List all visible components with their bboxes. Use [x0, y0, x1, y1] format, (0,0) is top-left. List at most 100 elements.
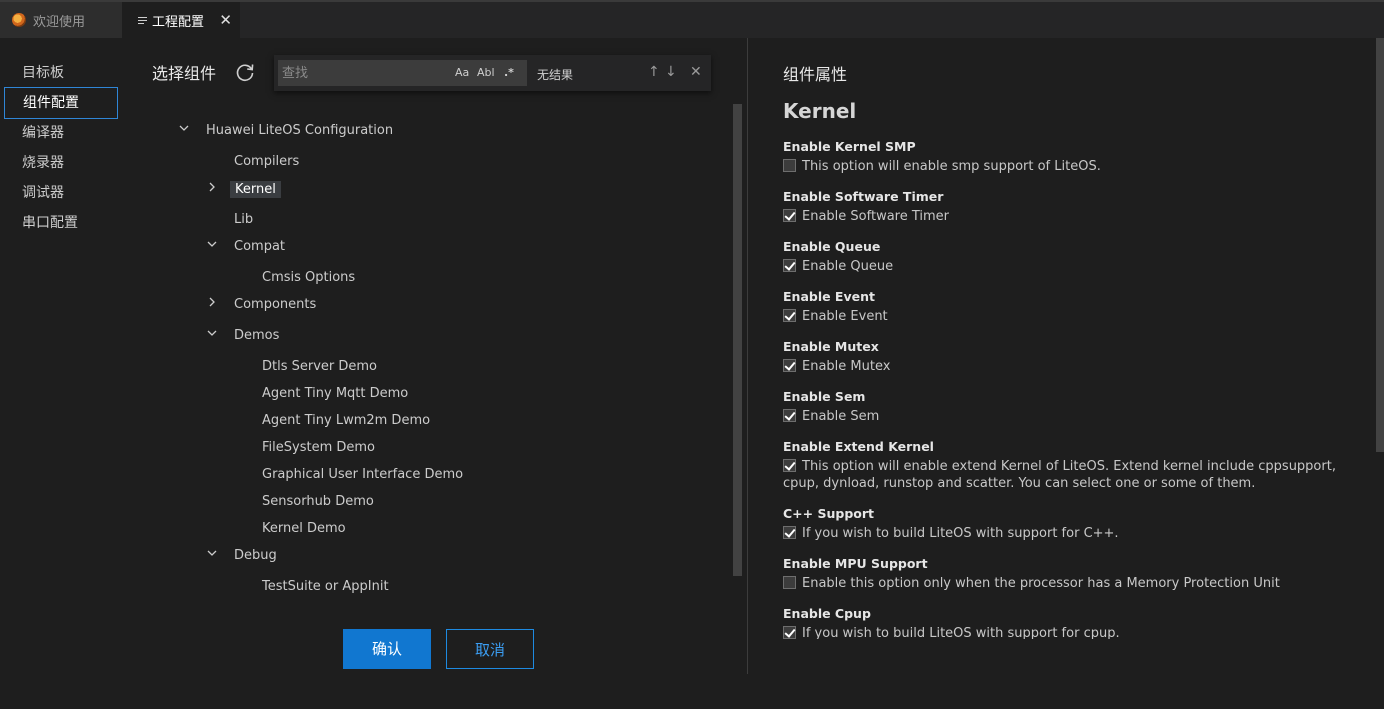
tree-item-demo[interactable]: Agent Tiny Lwm2m Demo — [262, 413, 430, 428]
property-description: Enable Mutex — [802, 359, 891, 374]
property-item: Enable Cpup If you wish to build LiteOS w… — [783, 606, 1358, 639]
property-item: Enable Sem Enable Sem — [783, 389, 1358, 425]
refresh-icon[interactable] — [234, 61, 256, 83]
property-checkbox[interactable] — [783, 459, 796, 472]
property-option[interactable]: If you wish to build LiteOS with support… — [783, 525, 1358, 542]
chevron-right-icon[interactable] — [205, 180, 219, 194]
tree-item-root[interactable]: Huawei LiteOS Configuration — [206, 123, 393, 138]
chevron-down-icon[interactable] — [205, 237, 219, 251]
liteos-logo-icon — [12, 13, 26, 27]
panel-divider[interactable] — [747, 38, 748, 674]
property-option[interactable]: Enable this option only when the process… — [783, 575, 1358, 592]
tree-item-components[interactable]: Components — [234, 297, 316, 312]
property-item: Enable Kernel SMP This option will enable… — [783, 139, 1358, 175]
property-checkbox[interactable] — [783, 159, 796, 172]
regex-toggle[interactable]: .* — [504, 66, 514, 79]
property-label: Enable MPU Support — [783, 556, 928, 571]
nav-item-debugger[interactable]: 调试器 — [4, 178, 118, 208]
property-description: Enable Software Timer — [802, 209, 950, 224]
tree-item-demo[interactable]: Dtls Server Demo — [262, 359, 377, 374]
tab-welcome-label: 欢迎使用 — [33, 14, 86, 30]
tree-scrollbar[interactable] — [733, 104, 742, 576]
chevron-right-icon[interactable] — [205, 295, 219, 309]
component-properties-title: 组件属性 — [783, 65, 848, 84]
property-label: Enable Mutex — [783, 339, 879, 354]
property-option[interactable]: Enable Event — [783, 308, 1358, 325]
property-item: Enable Software Timer Enable Software Tim… — [783, 189, 1358, 225]
property-description: Enable this option only when the process… — [802, 576, 1280, 591]
property-description: If you wish to build LiteOS with support… — [802, 626, 1120, 639]
property-checkbox[interactable] — [783, 409, 796, 422]
properties-scrollbar[interactable] — [1376, 38, 1384, 452]
property-checkbox[interactable] — [783, 209, 796, 222]
property-label: Enable Software Timer — [783, 189, 944, 204]
nav-item-compiler[interactable]: 编译器 — [4, 118, 118, 148]
tree-item-demos[interactable]: Demos — [234, 328, 279, 343]
tree-item-testsuite[interactable]: TestSuite or AppInit — [262, 579, 389, 594]
chevron-down-icon[interactable] — [205, 546, 219, 560]
property-option[interactable]: This option will enable extend Kernel of… — [783, 458, 1358, 492]
find-widget: Aa Abl .* 无结果 ↑ ↓ ✕ — [274, 55, 711, 91]
tab-project-config[interactable]: 工程配置 ✕ — [122, 2, 240, 38]
whole-word-toggle[interactable]: Abl — [477, 66, 495, 79]
property-description: Enable Sem — [802, 409, 880, 424]
property-description: This option will enable smp support of L… — [802, 159, 1101, 174]
tree-item-demo[interactable]: FileSystem Demo — [262, 440, 375, 455]
property-label: Enable Cpup — [783, 606, 871, 621]
tree-item-demo[interactable]: Graphical User Interface Demo — [262, 467, 463, 482]
find-input-box: Aa Abl .* — [278, 60, 527, 86]
tree-item-kernel[interactable]: Kernel — [230, 181, 281, 198]
tree-item-compilers[interactable]: Compilers — [234, 154, 299, 169]
find-input[interactable] — [282, 60, 442, 86]
nav-item-serial-config[interactable]: 串口配置 — [4, 208, 118, 238]
tree-item-demo[interactable]: Agent Tiny Mqtt Demo — [262, 386, 408, 401]
property-item: Enable Extend Kernel This option will ena… — [783, 439, 1358, 492]
property-option[interactable]: Enable Sem — [783, 408, 1358, 425]
property-checkbox[interactable] — [783, 626, 796, 639]
property-item: Enable Event Enable Event — [783, 289, 1358, 325]
tab-welcome[interactable]: 欢迎使用 — [0, 2, 122, 38]
property-label: Enable Queue — [783, 239, 881, 254]
property-checkbox[interactable] — [783, 576, 796, 589]
previous-match-arrow-up-icon[interactable]: ↑ — [648, 64, 660, 80]
tree-item-lib[interactable]: Lib — [234, 212, 253, 227]
property-item: Enable Queue Enable Queue — [783, 239, 1358, 275]
nav-item-flasher[interactable]: 烧录器 — [4, 148, 118, 178]
property-item: Enable MPU Support Enable this option onl… — [783, 556, 1358, 592]
document-icon — [138, 15, 147, 26]
property-option[interactable]: Enable Software Timer — [783, 208, 1358, 225]
property-description: This option will enable extend Kernel of… — [783, 459, 1336, 491]
match-case-toggle[interactable]: Aa — [455, 66, 469, 79]
property-checkbox[interactable] — [783, 359, 796, 372]
property-item: C++ Support If you wish to build LiteOS w… — [783, 506, 1358, 542]
nav-item-component-config[interactable]: 组件配置 — [4, 87, 118, 119]
property-label: Enable Sem — [783, 389, 866, 404]
property-label: C++ Support — [783, 506, 874, 521]
tree-item-debug[interactable]: Debug — [234, 548, 277, 563]
property-checkbox[interactable] — [783, 526, 796, 539]
property-list: Enable Kernel SMP This option will enable… — [783, 139, 1358, 639]
cancel-button[interactable]: 取消 — [446, 629, 534, 669]
property-description: If you wish to build LiteOS with support… — [802, 526, 1119, 541]
property-option[interactable]: Enable Queue — [783, 258, 1358, 275]
tree-item-demo[interactable]: Kernel Demo — [262, 521, 346, 536]
property-option[interactable]: This option will enable smp support of L… — [783, 158, 1358, 175]
confirm-button[interactable]: 确认 — [343, 629, 431, 669]
component-name-heading: Kernel — [783, 99, 857, 123]
nav-item-target-board[interactable]: 目标板 — [4, 58, 118, 88]
tab-bar: 欢迎使用 工程配置 ✕ — [0, 0, 1384, 38]
property-checkbox[interactable] — [783, 259, 796, 272]
chevron-down-icon[interactable] — [205, 326, 219, 340]
property-checkbox[interactable] — [783, 309, 796, 322]
close-tab-icon[interactable]: ✕ — [219, 11, 232, 29]
close-find-icon[interactable]: ✕ — [690, 64, 702, 80]
tree-item-demo[interactable]: Sensorhub Demo — [262, 494, 374, 509]
next-match-arrow-down-icon[interactable]: ↓ — [665, 64, 677, 80]
property-option[interactable]: If you wish to build LiteOS with support… — [783, 625, 1358, 639]
property-option[interactable]: Enable Mutex — [783, 358, 1358, 375]
property-description: Enable Queue — [802, 259, 894, 274]
property-label: Enable Extend Kernel — [783, 439, 934, 454]
tree-item-compat[interactable]: Compat — [234, 239, 285, 254]
chevron-down-icon[interactable] — [177, 121, 191, 135]
tree-item-cmsis-options[interactable]: Cmsis Options — [262, 270, 355, 285]
